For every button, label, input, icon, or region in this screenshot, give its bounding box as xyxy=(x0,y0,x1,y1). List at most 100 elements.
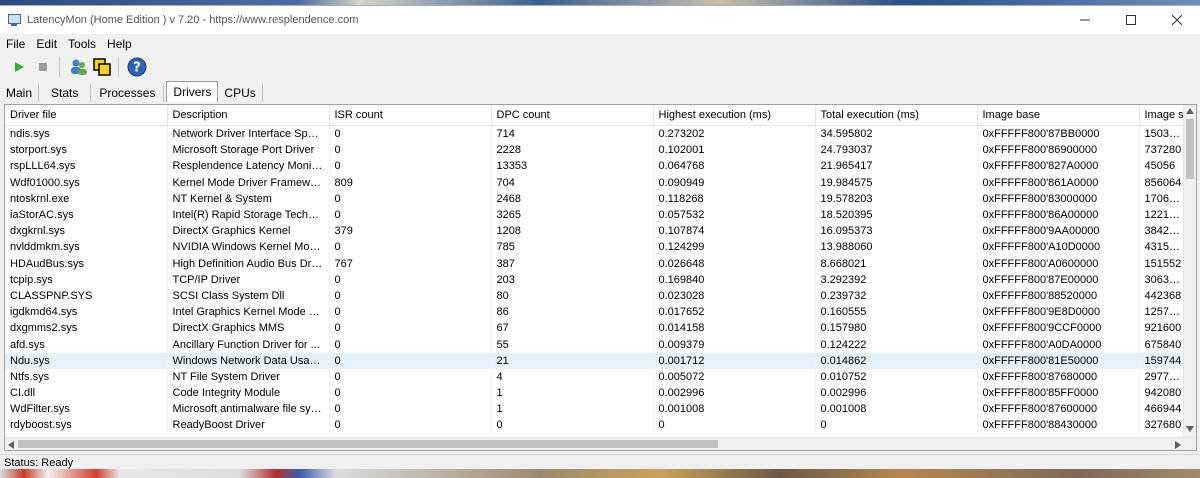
table-cell: 0 xyxy=(329,190,492,207)
users-button[interactable] xyxy=(67,56,89,78)
column-header[interactable]: DPC count xyxy=(491,105,654,126)
table-cell: Kernel Mode Driver Framewor... xyxy=(167,174,330,191)
table-cell: 0.010752 xyxy=(815,368,978,385)
table-row[interactable]: CLASSPNP.SYS SCSI Class System Dll 0 80 0.02… xyxy=(5,287,1188,305)
tab-processes[interactable]: Processes xyxy=(91,84,165,102)
table-cell: 19.984575 xyxy=(815,174,978,191)
table-cell: 0xFFFFF800'83000000 xyxy=(977,190,1140,207)
minimize-icon xyxy=(1080,19,1090,21)
table-cell: 0xFFFFF800'87680000 xyxy=(977,368,1140,385)
table-cell: 0 xyxy=(329,368,492,385)
table-cell: nvlddmkm.sys xyxy=(5,239,168,256)
table-cell: 714 xyxy=(491,125,654,143)
horizontal-scroll-thumb[interactable] xyxy=(18,440,718,448)
table-cell: 0.124222 xyxy=(815,336,978,353)
users-icon xyxy=(71,59,87,75)
table-row[interactable]: iaStorAC.sys Intel(R) Rapid Storage Techn… xyxy=(5,206,1188,224)
table-row[interactable]: ndis.sys Network Driver Interface Speci..… xyxy=(5,125,1188,143)
maximize-button[interactable] xyxy=(1108,6,1154,34)
help-button[interactable]: ? xyxy=(126,56,148,78)
minimize-button[interactable] xyxy=(1062,6,1108,34)
table-cell: dxgmms2.sys xyxy=(5,320,168,337)
close-button[interactable] xyxy=(1154,6,1200,34)
svg-text:?: ? xyxy=(133,61,141,76)
menu-tools[interactable]: Tools xyxy=(63,37,101,51)
table-row[interactable]: Ndu.sys Windows Network Data Usag... 0 21 0.… xyxy=(5,352,1188,369)
column-header[interactable]: Total execution (ms) xyxy=(815,105,978,126)
menu-edit[interactable]: Edit xyxy=(31,37,62,51)
table-cell: 0 xyxy=(815,417,978,434)
table-cell: 19.578203 xyxy=(815,190,978,207)
column-header[interactable]: Driver file xyxy=(5,105,168,126)
table-row[interactable]: Wdf01000.sys Kernel Mode Driver Framewor.… xyxy=(5,174,1188,191)
table-row[interactable]: WdFilter.sys Microsoft antimalware file s… xyxy=(5,401,1188,418)
copy-button[interactable] xyxy=(91,56,113,78)
table-cell: 327680 xyxy=(1139,417,1188,434)
table-cell: 0xFFFFF800'9CCF0000 xyxy=(977,320,1140,337)
table-cell: 0.001008 xyxy=(653,401,816,418)
table-row[interactable]: tcpip.sys TCP/IP Driver 0 203 0.169840 3.2923… xyxy=(5,271,1188,288)
column-header[interactable]: Image base xyxy=(977,105,1140,126)
table-row[interactable]: igdkmd64.sys Intel Graphics Kernel Mode D… xyxy=(5,304,1188,321)
tab-cpus[interactable]: CPUs xyxy=(218,84,263,102)
table-cell: NT Kernel & System xyxy=(167,190,330,207)
table-row[interactable]: ntoskrnl.exe NT Kernel & System 0 2468 0.118… xyxy=(5,190,1188,207)
table-cell: 942080 xyxy=(1139,385,1188,402)
scroll-left-icon[interactable] xyxy=(8,441,14,449)
close-icon xyxy=(1172,15,1182,25)
tab-main[interactable]: Main xyxy=(0,84,40,102)
horizontal-scrollbar[interactable] xyxy=(5,437,1196,450)
table-row[interactable]: Ntfs.sys NT File System Driver 0 4 0.005072 0… xyxy=(5,368,1188,385)
table-cell: DirectX Graphics Kernel xyxy=(167,223,330,240)
table-row[interactable]: rdyboost.sys ReadyBoost Driver 0 0 0 0 0xFFFFF… xyxy=(5,417,1188,434)
column-header[interactable]: Image s xyxy=(1139,105,1188,126)
table-cell: 0 xyxy=(329,142,492,159)
start-button[interactable] xyxy=(8,56,30,78)
table-cell: 21 xyxy=(491,352,654,369)
vertical-scroll-thumb[interactable] xyxy=(1186,119,1194,179)
menu-file[interactable]: File xyxy=(1,37,30,51)
title-bar[interactable]: LatencyMon (Home Edition ) v 7.20 - http… xyxy=(0,6,1200,34)
table-cell: 2977792 xyxy=(1139,368,1188,385)
table-cell: 2468 xyxy=(491,190,654,207)
table-cell: 151552 xyxy=(1139,255,1188,272)
table-cell: 0 xyxy=(329,158,492,175)
latencymon-app-icon xyxy=(7,13,21,27)
table-cell: Resplendence Latency Monit... xyxy=(167,158,330,175)
table-row[interactable]: HDAudBus.sys High Definition Audio Bus Dr… xyxy=(5,255,1188,272)
menu-help[interactable]: Help xyxy=(102,37,137,51)
table-row[interactable]: rspLLL64.sys Resplendence Latency Monit..… xyxy=(5,158,1188,175)
column-header[interactable]: Highest execution (ms) xyxy=(653,105,816,126)
scroll-down-icon[interactable] xyxy=(1186,426,1194,432)
table-row[interactable]: nvlddmkm.sys NVIDIA Windows Kernel Mod...… xyxy=(5,239,1188,256)
table-cell: 0 xyxy=(653,417,816,434)
table-row[interactable]: storport.sys Microsoft Storage Port Drive… xyxy=(5,142,1188,159)
table-cell: 159744 xyxy=(1139,352,1188,369)
table-cell: 0xFFFFF800'827A0000 xyxy=(977,158,1140,175)
table-cell: 1208 xyxy=(491,223,654,240)
table-row[interactable]: dxgkrnl.sys DirectX Graphics Kernel 379 120… xyxy=(5,223,1188,240)
column-header[interactable]: ISR count xyxy=(329,105,492,126)
table-header-row: Driver file Description ISR count DPC count… xyxy=(5,105,1188,126)
table-cell: 0.014158 xyxy=(653,320,816,337)
table-row[interactable]: dxgmms2.sys DirectX Graphics MMS 0 67 0.0141… xyxy=(5,320,1188,337)
toolbar-separator xyxy=(118,57,119,77)
tab-drivers[interactable]: Drivers xyxy=(166,81,219,102)
table-cell: 0xFFFFF800'87600000 xyxy=(977,401,1140,418)
table-cell: 1503232 xyxy=(1139,125,1188,143)
table-row[interactable]: CI.dll Code Integrity Module 0 1 0.002996 0.0… xyxy=(5,385,1188,402)
scroll-right-icon[interactable] xyxy=(1175,441,1181,449)
vertical-scrollbar[interactable] xyxy=(1183,105,1196,438)
table-cell: 3842048 xyxy=(1139,223,1188,240)
tab-stats[interactable]: Stats xyxy=(39,84,92,102)
table-row[interactable]: afd.sys Ancillary Function Driver for ...… xyxy=(5,336,1188,353)
table-cell: 0.057532 xyxy=(653,206,816,224)
table-cell: 0.064768 xyxy=(653,158,816,175)
table-cell: Microsoft antimalware file sys... xyxy=(167,401,330,418)
column-header[interactable]: Description xyxy=(167,105,330,126)
scroll-up-icon[interactable] xyxy=(1186,108,1194,114)
table-cell: 0.002996 xyxy=(815,385,978,402)
table-cell: 0xFFFFF800'85FF0000 xyxy=(977,385,1140,402)
stop-button[interactable] xyxy=(32,56,54,78)
table-cell: 8.668021 xyxy=(815,255,978,272)
